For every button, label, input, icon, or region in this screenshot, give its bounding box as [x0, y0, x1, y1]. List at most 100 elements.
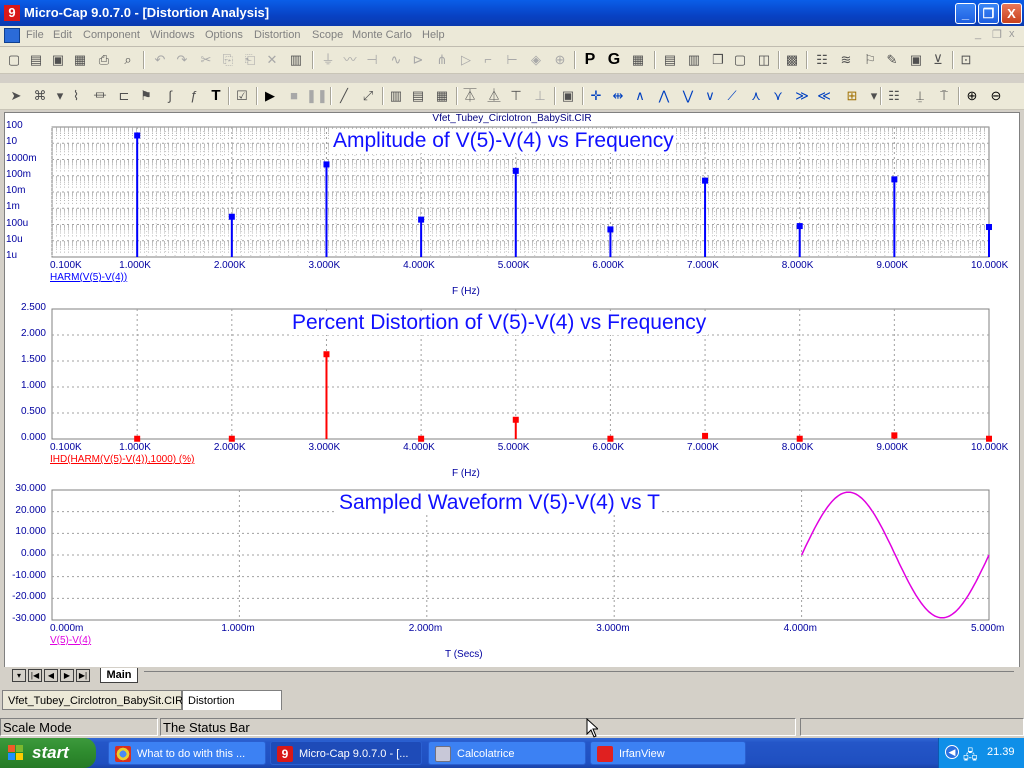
split-window-icon[interactable]: ◫: [754, 50, 774, 70]
cut-icon[interactable]: ✂: [196, 50, 216, 70]
properties-icon[interactable]: ☑: [232, 86, 252, 106]
table-icon[interactable]: ☷: [884, 86, 904, 106]
menu-file[interactable]: File: [26, 29, 44, 41]
tab-schematic[interactable]: Vfet_Tubey_Circlotron_BabySit.CIR: [2, 690, 183, 710]
redo-icon[interactable]: ↷: [172, 50, 192, 70]
menu-windows[interactable]: Windows: [150, 29, 195, 41]
go-to-x-icon[interactable]: ⟋: [722, 86, 742, 106]
bezier-icon[interactable]: ∫: [160, 86, 180, 106]
barcode-icon[interactable]: ▥: [286, 50, 306, 70]
mdi-close-icon[interactable]: x: [1009, 28, 1015, 40]
fc-icon[interactable]: ƒ: [184, 86, 204, 106]
prev-tab-icon[interactable]: ◀: [44, 669, 58, 682]
zoom-out-icon[interactable]: ⊖: [986, 86, 1006, 106]
minor-grid-icon[interactable]: ▤: [408, 86, 428, 106]
cursor-mode-icon[interactable]: ✛: [586, 86, 606, 106]
pen-icon[interactable]: ✎: [882, 50, 902, 70]
horizontal-scrollbar[interactable]: [144, 671, 1014, 680]
image-icon[interactable]: ▣: [906, 50, 926, 70]
save-all-icon[interactable]: ▦: [70, 50, 90, 70]
print-preview-icon[interactable]: ⌕: [118, 50, 138, 70]
go-to-y-icon[interactable]: ⋏: [746, 86, 766, 106]
probe-icon[interactable]: ⚐: [860, 50, 880, 70]
grid-icon[interactable]: ▦: [628, 50, 648, 70]
menu-options[interactable]: Options: [205, 29, 243, 41]
battery-icon[interactable]: ⊢: [502, 50, 522, 70]
tab-main[interactable]: Main: [100, 668, 138, 683]
next-simulation-icon[interactable]: ≫: [792, 86, 812, 106]
document-icon[interactable]: [4, 28, 20, 43]
plot-area[interactable]: Vfet_Tubey_Circlotron_BabySit.CIR 0.100K…: [4, 112, 1020, 669]
previous-simulation-icon[interactable]: ≪: [814, 86, 834, 106]
inductor-icon[interactable]: ∿: [386, 50, 406, 70]
menu-distortion[interactable]: Distortion: [254, 29, 300, 41]
fall-icon[interactable]: ⋁: [678, 86, 698, 106]
capacitor-icon[interactable]: ⊣: [362, 50, 382, 70]
tile-horizontal-icon[interactable]: ▤: [660, 50, 680, 70]
network-icon[interactable]: 🖧: [963, 746, 978, 768]
undo-icon[interactable]: ↶: [150, 50, 170, 70]
restore-button[interactable]: ❐: [978, 3, 999, 24]
open-icon[interactable]: ▤: [26, 50, 46, 70]
last-tab-icon[interactable]: ▶|: [76, 669, 90, 682]
print-icon[interactable]: ⎙: [94, 50, 114, 70]
box-icon[interactable]: ⊏: [114, 86, 134, 106]
full-grid-icon[interactable]: ▦: [432, 86, 452, 106]
menu-monte-carlo[interactable]: Monte Carlo: [352, 29, 412, 41]
close-button[interactable]: X: [1001, 3, 1022, 24]
node-icon[interactable]: ◈: [526, 50, 546, 70]
grid-lines-icon[interactable]: ▥: [386, 86, 406, 106]
task-calculator[interactable]: Calcolatrice: [428, 741, 586, 765]
task-irfanview[interactable]: IrfanView: [590, 741, 746, 765]
low-icon[interactable]: ⊥: [530, 86, 550, 106]
scale-mode-icon[interactable]: ⇹: [608, 86, 628, 106]
cascade-icon[interactable]: ❐: [708, 50, 728, 70]
high-icon[interactable]: ⊤: [506, 86, 526, 106]
save-icon[interactable]: ▣: [48, 50, 68, 70]
text-tool-button[interactable]: T: [206, 86, 226, 106]
scope-icon[interactable]: ▣: [558, 86, 578, 106]
opamp-icon[interactable]: ▷: [456, 50, 476, 70]
flag-icon[interactable]: ⚑: [136, 86, 156, 106]
zoom-fit-icon[interactable]: ⊡: [956, 50, 976, 70]
switch-icon[interactable]: ⌐: [478, 50, 498, 70]
delete-icon[interactable]: ✕: [262, 50, 282, 70]
tab-menu-icon[interactable]: ▾: [12, 669, 26, 682]
start-button[interactable]: start: [0, 738, 96, 768]
tag-icon[interactable]: ⍊: [910, 86, 930, 106]
g-button[interactable]: G: [604, 50, 624, 70]
line-tool-icon[interactable]: ╱: [334, 86, 354, 106]
diode-icon[interactable]: ⊳: [408, 50, 428, 70]
component-mode-icon[interactable]: ⌘: [30, 86, 50, 106]
tile-vertical-icon[interactable]: ▥: [684, 50, 704, 70]
bag-icon[interactable]: ⊞: [842, 86, 862, 106]
peak-valley-icon[interactable]: ∨: [700, 86, 720, 106]
app-icon[interactable]: 9: [4, 5, 20, 21]
p-button[interactable]: P: [580, 50, 600, 70]
vi-icon[interactable]: ⊻: [928, 50, 948, 70]
run-icon[interactable]: ▶: [260, 86, 280, 106]
first-tab-icon[interactable]: |◀: [28, 669, 42, 682]
transistor-icon[interactable]: ⋔: [432, 50, 452, 70]
menu-edit[interactable]: Edit: [53, 29, 72, 41]
distortion-plots[interactable]: [5, 113, 1019, 668]
component-list-icon[interactable]: ☷: [812, 50, 832, 70]
peak-icon[interactable]: ⏄: [460, 86, 480, 106]
menu-component[interactable]: Component: [83, 29, 140, 41]
new-icon[interactable]: ▢: [4, 50, 24, 70]
window-icon[interactable]: ▢: [730, 50, 750, 70]
select-arrow-icon[interactable]: ➤: [6, 86, 26, 106]
valley-icon[interactable]: ⏅: [484, 86, 504, 106]
resistor-icon[interactable]: 〰: [340, 50, 360, 70]
menu-help[interactable]: Help: [422, 29, 445, 41]
tab-distortion-analysis[interactable]: Distortion Analysis: [182, 690, 282, 727]
go-to-branch-icon[interactable]: ⋎: [768, 86, 788, 106]
minimize-button[interactable]: _: [955, 3, 976, 24]
next-tab-icon[interactable]: ▶: [60, 669, 74, 682]
tag-vertical-icon[interactable]: ⍑: [934, 86, 954, 106]
paste-icon[interactable]: ⎗: [240, 50, 260, 70]
ground-icon[interactable]: ⏚: [318, 50, 338, 70]
stop-icon[interactable]: ■: [284, 86, 304, 106]
menu-scope[interactable]: Scope: [312, 29, 343, 41]
task-micro-cap[interactable]: 9 Micro-Cap 9.0.7.0 - [...: [270, 741, 422, 765]
